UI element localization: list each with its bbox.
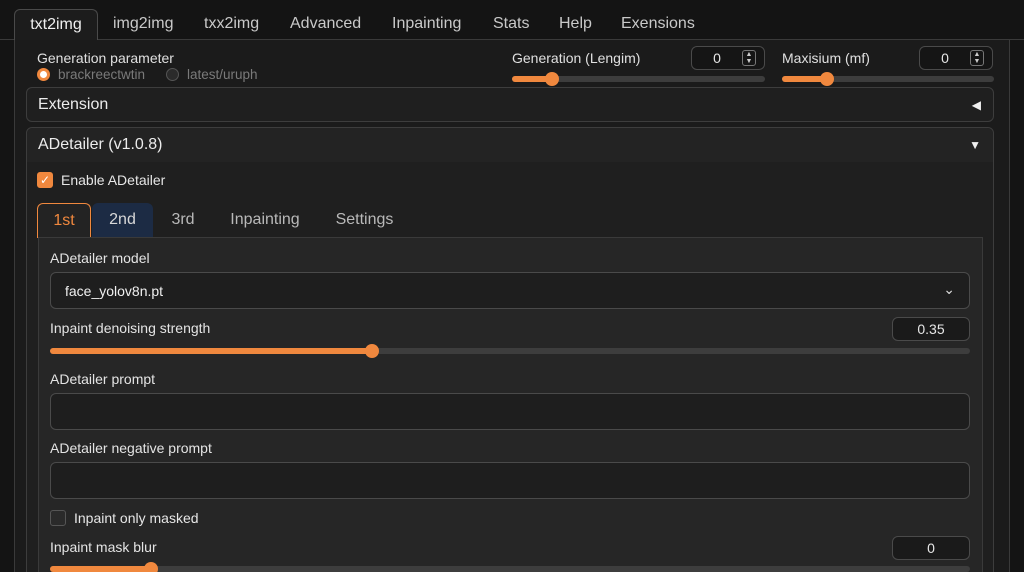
adetailer-accordion-title: ADetailer (v1.0.8) [38, 136, 163, 153]
tab-txx2img[interactable]: txx2img [204, 9, 259, 40]
tab-stats[interactable]: Stats [493, 9, 529, 40]
adetailer-negative-prompt-label: ADetailer negative prompt [50, 440, 212, 456]
radio-option-1[interactable]: brackreectwtin [37, 67, 145, 82]
mask-blur-label: Inpaint mask blur [50, 539, 157, 555]
slider-fill [50, 566, 152, 572]
generation-length-label: Generation (Lengim) [512, 50, 641, 66]
radio-unselected-icon [166, 68, 179, 81]
generation-length-value: 0 [713, 50, 721, 66]
adetailer-negative-prompt-textarea[interactable] [50, 462, 970, 499]
tab-exensions[interactable]: Exensions [621, 9, 695, 40]
radio-selected-icon [37, 68, 50, 81]
subtab-settings[interactable]: Settings [327, 203, 402, 238]
spinner-icon[interactable]: ▲ ▼ [742, 50, 756, 66]
extension-accordion-title: Extension [38, 96, 109, 113]
spinner-icon[interactable]: ▲ ▼ [970, 50, 984, 66]
inpaint-only-masked-label: Inpaint only masked [74, 510, 199, 526]
subtab-2nd[interactable]: 2nd [92, 203, 153, 238]
enable-adetailer-label: Enable ADetailer [61, 172, 166, 188]
mask-blur-slider[interactable] [50, 562, 970, 572]
denoising-strength-input[interactable]: 0.35 [892, 317, 970, 341]
slider-fill [50, 348, 372, 354]
maximum-label: Maxisium (mf) [782, 50, 870, 66]
enable-adetailer-checkbox[interactable]: ✓ Enable ADetailer [37, 172, 165, 188]
tab-advanced[interactable]: Advanced [290, 9, 361, 40]
generation-parameter-label: Generation parameter [37, 50, 174, 66]
adetailer-prompt-textarea[interactable] [50, 393, 970, 430]
generation-length-slider[interactable] [512, 72, 765, 86]
collapse-triangle-icon[interactable]: ◀ [972, 98, 981, 112]
inpaint-only-masked-checkbox[interactable]: Inpaint only masked [50, 510, 199, 526]
adetailer-model-select[interactable]: face_yolov8n.pt ⌄ [50, 272, 970, 309]
checkmark-icon: ✓ [37, 172, 53, 188]
extension-accordion[interactable]: Extension ◀ [26, 87, 994, 122]
tab-img2img[interactable]: img2img [113, 9, 173, 40]
slider-handle[interactable] [365, 344, 379, 358]
adetailer-model-label: ADetailer model [50, 250, 150, 266]
tab-txt2img[interactable]: txt2img [14, 9, 98, 41]
generation-length-input[interactable]: 0 ▲ ▼ [691, 46, 765, 70]
checkbox-unchecked-icon [50, 510, 66, 526]
radio-option-2-label: latest/uruph [187, 67, 258, 82]
maximum-input[interactable]: 0 ▲ ▼ [919, 46, 993, 70]
subtab-3rd[interactable]: 3rd [163, 203, 203, 238]
denoising-strength-label: Inpaint denoising strength [50, 320, 211, 336]
radio-option-1-label: brackreectwtin [58, 67, 146, 82]
expand-triangle-icon[interactable]: ▼ [969, 138, 981, 152]
tab-inpainting[interactable]: Inpainting [392, 9, 461, 40]
slider-handle[interactable] [144, 562, 159, 572]
slider-handle[interactable] [819, 72, 834, 86]
chevron-down-icon: ⌄ [943, 281, 955, 297]
adetailer-model-value: face_yolov8n.pt [65, 283, 164, 299]
tab-help[interactable]: Help [559, 9, 592, 40]
denoising-strength-slider[interactable] [50, 344, 970, 358]
mask-blur-input[interactable]: 0 [892, 536, 970, 560]
radio-option-2[interactable]: latest/uruph [166, 67, 258, 82]
subtab-inpainting[interactable]: Inpainting [222, 203, 308, 238]
subtab-1st[interactable]: 1st [37, 203, 91, 238]
maximum-slider[interactable] [782, 72, 994, 86]
main-tab-bar: txt2img img2img txx2img Advanced Inpaint… [0, 0, 1024, 41]
maximum-value: 0 [941, 50, 949, 66]
adetailer-prompt-label: ADetailer prompt [50, 371, 156, 387]
